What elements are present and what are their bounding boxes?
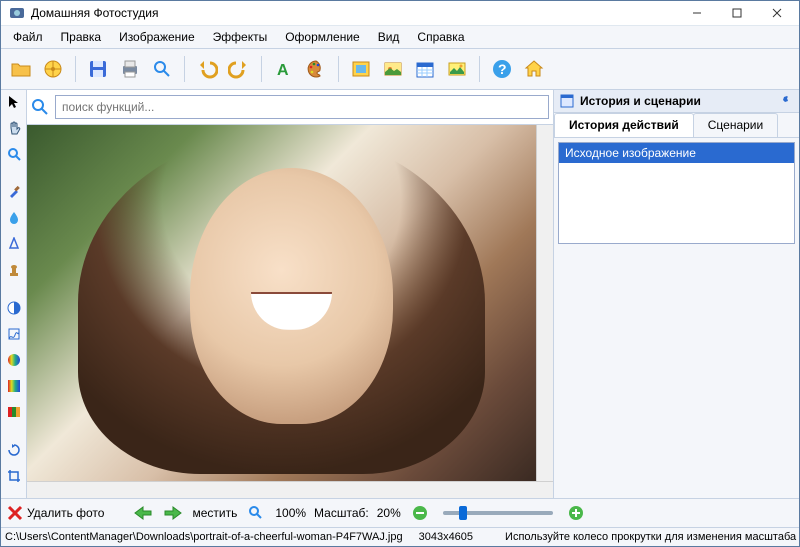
sharpen-tool[interactable] xyxy=(4,234,24,254)
frame-button[interactable] xyxy=(347,55,375,83)
channels-tool[interactable] xyxy=(4,402,24,422)
hue-tool[interactable] xyxy=(4,350,24,370)
tab-scenarios[interactable]: Сценарии xyxy=(693,113,778,137)
delete-photo-label: Удалить фото xyxy=(27,506,104,520)
home-button[interactable] xyxy=(520,55,548,83)
status-hint: Используйте колесо прокрутки для изменен… xyxy=(505,531,796,543)
postcard-button[interactable] xyxy=(443,55,471,83)
undo-button[interactable] xyxy=(193,55,221,83)
prev-image-button[interactable] xyxy=(132,502,154,524)
calendar-button[interactable] xyxy=(411,55,439,83)
menu-design[interactable]: Оформление xyxy=(277,28,367,46)
hand-tool[interactable] xyxy=(4,118,24,138)
zoom-100-button[interactable] xyxy=(245,502,267,524)
color-tool[interactable] xyxy=(4,376,24,396)
menu-help[interactable]: Справка xyxy=(409,28,472,46)
statusbar: C:\Users\ContentManager\Downloads\portra… xyxy=(1,527,799,546)
catalog-button[interactable] xyxy=(39,55,67,83)
search-icon xyxy=(31,98,49,116)
print-button[interactable] xyxy=(116,55,144,83)
titlebar: Домашняя Фотостудия xyxy=(1,1,799,26)
zoom-slider-thumb[interactable] xyxy=(459,506,467,520)
horizontal-scrollbar[interactable] xyxy=(27,481,553,498)
close-button[interactable] xyxy=(757,3,797,23)
text-tool-button[interactable]: A xyxy=(270,55,298,83)
collage-button[interactable] xyxy=(379,55,407,83)
next-image-button[interactable] xyxy=(162,502,184,524)
zoom-slider[interactable] xyxy=(443,511,553,515)
stamp-tool[interactable] xyxy=(4,260,24,280)
menu-file[interactable]: Файл xyxy=(5,28,51,46)
menu-image[interactable]: Изображение xyxy=(111,28,203,46)
delete-photo-button[interactable]: Удалить фото xyxy=(7,505,104,521)
crop-tool[interactable] xyxy=(4,466,24,486)
pointer-tool[interactable] xyxy=(4,92,24,112)
search-bar xyxy=(27,90,553,125)
menu-effects[interactable]: Эффекты xyxy=(205,28,276,46)
minimize-button[interactable] xyxy=(677,3,717,23)
zoom-in-button[interactable] xyxy=(565,502,587,524)
levels-tool[interactable] xyxy=(4,324,24,344)
contrast-tool[interactable] xyxy=(4,298,24,318)
maximize-button[interactable] xyxy=(717,3,757,23)
pin-icon[interactable] xyxy=(779,94,793,108)
menubar: Файл Правка Изображение Эффекты Оформлен… xyxy=(1,26,799,49)
rotate-tool[interactable] xyxy=(4,440,24,460)
panel-title: История и сценарии xyxy=(580,94,701,108)
zoom-100-label: 100% xyxy=(275,506,306,520)
palette-button[interactable] xyxy=(302,55,330,83)
panel-icon xyxy=(560,94,574,108)
brush-tool[interactable] xyxy=(4,182,24,202)
menu-edit[interactable]: Правка xyxy=(53,28,110,46)
status-filepath: C:\Users\ContentManager\Downloads\portra… xyxy=(5,531,403,543)
scale-value: 20% xyxy=(377,506,401,520)
zoom-tool[interactable] xyxy=(4,144,24,164)
zoom-out-button[interactable] xyxy=(409,502,431,524)
tab-history[interactable]: История действий xyxy=(554,113,694,137)
droplet-tool[interactable] xyxy=(4,208,24,228)
help-button[interactable]: ? xyxy=(488,55,516,83)
scale-label: Масштаб: xyxy=(314,506,369,520)
main-toolbar: A ? xyxy=(1,49,799,90)
save-button[interactable] xyxy=(84,55,112,83)
image-canvas[interactable] xyxy=(27,125,536,481)
vertical-scrollbar[interactable] xyxy=(536,125,553,481)
fit-label[interactable]: местить xyxy=(192,506,237,520)
app-icon xyxy=(9,5,25,21)
history-item[interactable]: Исходное изображение xyxy=(559,143,794,163)
open-button[interactable] xyxy=(7,55,35,83)
menu-view[interactable]: Вид xyxy=(370,28,408,46)
history-list[interactable]: Исходное изображение xyxy=(558,142,795,244)
svg-text:A: A xyxy=(277,62,289,79)
status-dimensions: 3043x4605 xyxy=(419,531,473,543)
find-button[interactable] xyxy=(148,55,176,83)
svg-text:?: ? xyxy=(498,61,507,77)
window-title: Домашняя Фотостудия xyxy=(31,6,677,20)
search-input[interactable] xyxy=(55,95,549,119)
bottom-bar: Удалить фото местить 100% Масштаб: 20% xyxy=(1,498,799,527)
redo-button[interactable] xyxy=(225,55,253,83)
history-panel: История и сценарии История действий Сцен… xyxy=(553,90,799,498)
tool-sidebar xyxy=(1,90,27,498)
